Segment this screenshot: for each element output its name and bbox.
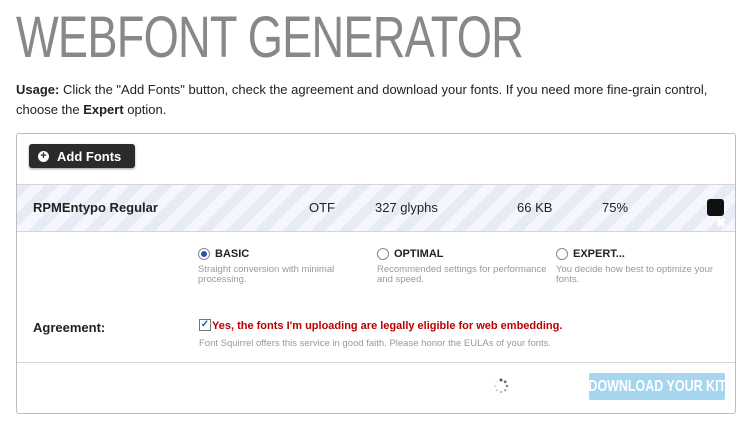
- option-expert-label: EXPERT...: [573, 248, 625, 260]
- option-optimal-label: OPTIMAL: [394, 248, 444, 260]
- usage-text-2: option.: [123, 102, 167, 117]
- radio-expert[interactable]: [556, 248, 568, 260]
- font-upload-progress: 75%: [602, 200, 629, 215]
- font-name: RPMEntypo Regular: [33, 200, 158, 215]
- option-optimal-desc: Recommended settings for performance and…: [377, 264, 547, 285]
- remove-font-button[interactable]: ✖: [707, 199, 726, 230]
- font-glyph-count: 327 glyphs: [375, 200, 438, 215]
- toolbar: + Add Fonts: [17, 134, 735, 185]
- add-fonts-button[interactable]: + Add Fonts: [29, 144, 135, 168]
- radio-optimal[interactable]: [377, 248, 389, 260]
- plus-circle-icon: +: [38, 150, 49, 162]
- option-expert-desc: You decide how best to optimize your fon…: [556, 264, 714, 285]
- download-kit-button[interactable]: DOWNLOAD YOUR KIT: [589, 373, 725, 400]
- agreement-note: Font Squirrel offers this service in goo…: [199, 338, 552, 349]
- usage-expert-word: Expert: [83, 102, 124, 117]
- option-basic-label: BASIC: [215, 248, 250, 260]
- agreement-section: Agreement: ✓ Yes, the fonts I'm uploadin…: [17, 302, 735, 363]
- agreement-text[interactable]: Yes, the fonts I'm uploading are legally…: [212, 320, 562, 332]
- usage-instructions: Usage: Click the "Add Fonts" button, che…: [16, 80, 744, 120]
- agreement-label: Agreement:: [33, 320, 106, 335]
- option-basic[interactable]: BASIC Straight conversion with minimal p…: [198, 248, 373, 285]
- usage-label: Usage:: [16, 82, 60, 97]
- option-basic-desc: Straight conversion with minimal process…: [198, 264, 335, 285]
- option-expert[interactable]: EXPERT... You decide how best to optimiz…: [556, 248, 721, 285]
- download-kit-label: DOWNLOAD YOUR KIT: [589, 377, 725, 395]
- generator-panel: + Add Fonts RPMEntypo Regular OTF 327 gl…: [16, 133, 736, 414]
- font-file-size: 66 KB: [517, 200, 553, 215]
- page-title: WEBFONT GENERATOR: [16, 5, 524, 70]
- loading-spinner-icon: [494, 378, 509, 394]
- option-optimal[interactable]: OPTIMAL Recommended settings for perform…: [377, 248, 552, 285]
- close-icon: ✖: [715, 215, 727, 230]
- font-type: OTF: [309, 200, 335, 215]
- font-row: RPMEntypo Regular OTF 327 glyphs 66 KB 7…: [17, 185, 735, 232]
- add-fonts-label: Add Fonts: [57, 148, 122, 164]
- radio-basic[interactable]: [198, 248, 210, 260]
- agreement-checkbox[interactable]: ✓: [199, 319, 211, 331]
